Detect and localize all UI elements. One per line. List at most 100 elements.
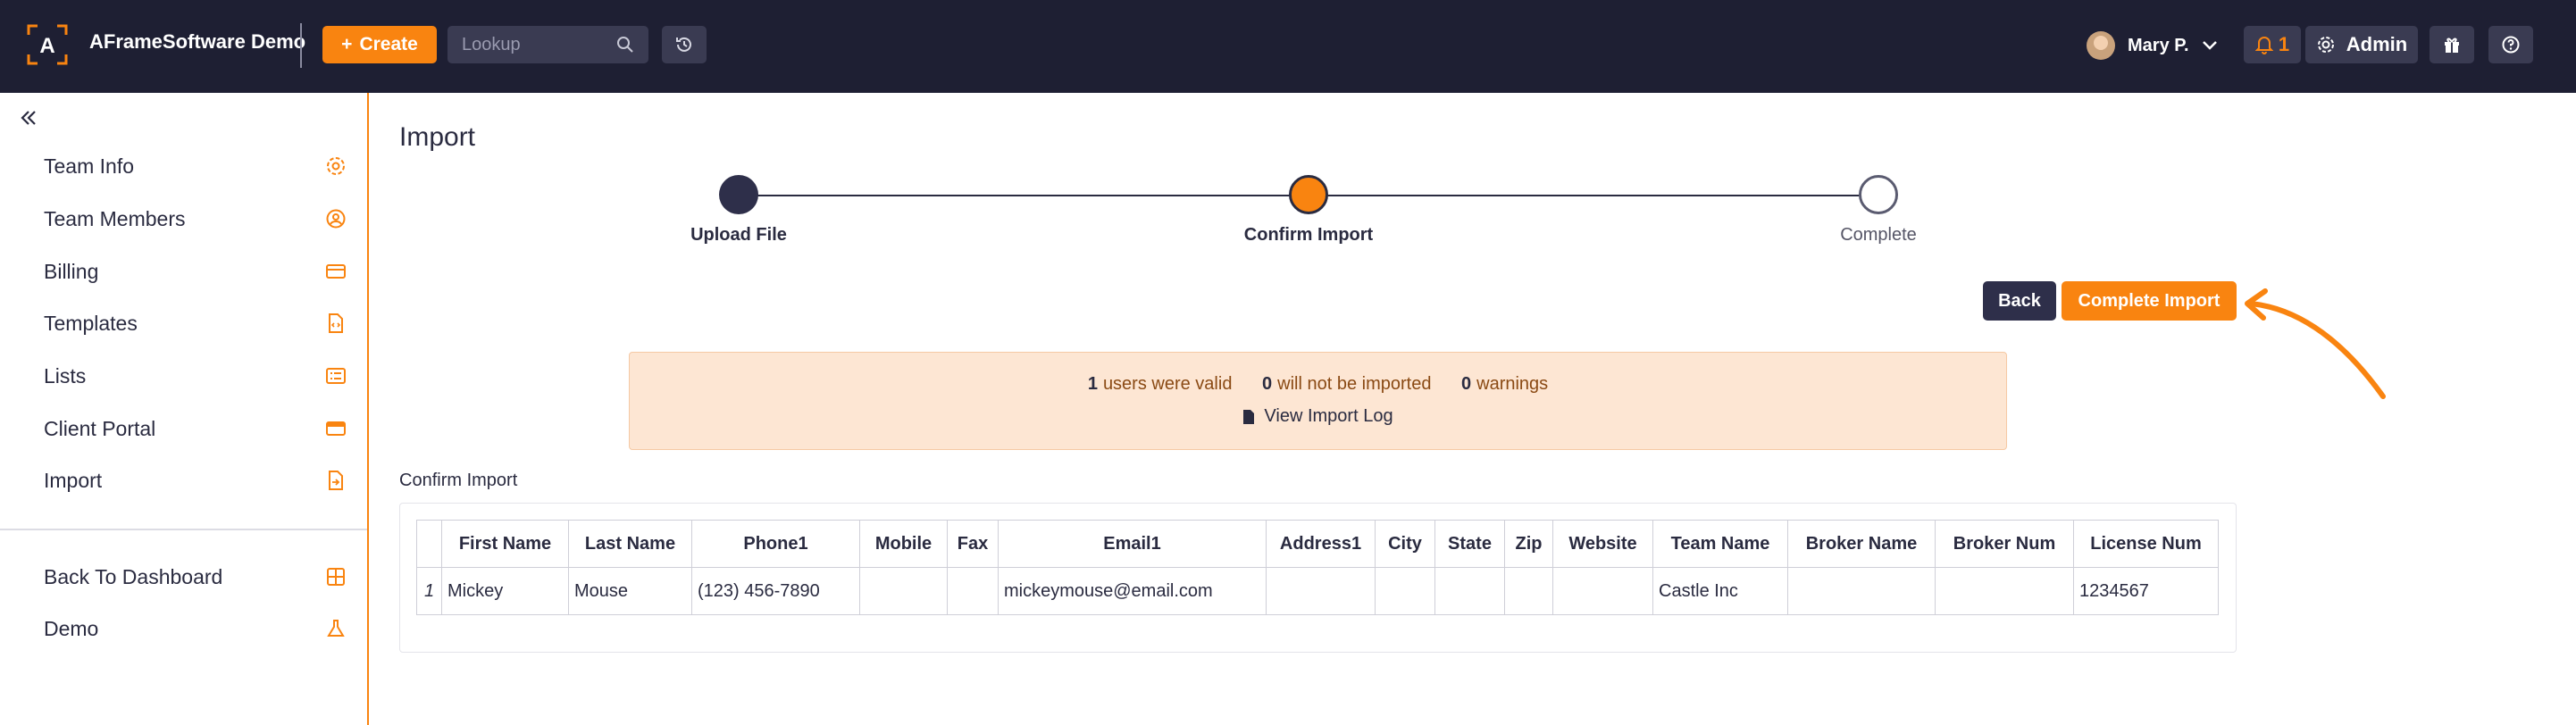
col-header[interactable]: License Num (2073, 520, 2219, 568)
step-confirm-import-dot (1289, 175, 1328, 214)
help-button[interactable] (2488, 26, 2533, 63)
sidebar-item-team-members[interactable]: Team Members (44, 201, 347, 237)
avatar (2087, 31, 2115, 60)
col-header[interactable]: First Name (441, 520, 569, 568)
valid-count: 1 (1087, 374, 1098, 394)
sidebar-item-label: Billing (44, 259, 99, 283)
plus-icon: + (341, 34, 353, 54)
notifications-button[interactable]: 1 (2244, 26, 2301, 63)
annotation-arrow-icon (2245, 288, 2386, 399)
app-name[interactable]: AFrameSoftware Demo (89, 30, 305, 54)
col-header[interactable]: Zip (1504, 520, 1553, 568)
collapse-sidebar-icon[interactable] (18, 107, 39, 129)
grid-icon (324, 565, 347, 588)
step-upload-file-label: Upload File (690, 225, 787, 245)
table-cell[interactable]: Mouse (568, 567, 692, 615)
step-upload-file-dot (719, 175, 758, 214)
table-cell[interactable] (1434, 567, 1505, 615)
table-cell[interactable]: Castle Inc (1652, 567, 1788, 615)
gift-button[interactable] (2430, 26, 2474, 63)
create-button-label: Create (359, 34, 418, 54)
table-cell[interactable] (1787, 567, 1936, 615)
step-confirm-import-label: Confirm Import (1243, 225, 1374, 245)
flask-icon (324, 617, 347, 640)
sidebar-item-demo[interactable]: Demo (44, 611, 347, 646)
sidebar-item-label: Back To Dashboard (44, 564, 223, 588)
step-complete-label: Complete (1840, 225, 1917, 245)
gift-icon (2445, 38, 2459, 53)
col-header[interactable]: Phone1 (691, 520, 860, 568)
skipped-count: 0 (1262, 374, 1273, 394)
step-complete-dot (1859, 175, 1898, 214)
history-button[interactable] (662, 26, 707, 63)
page-title: Import (399, 122, 476, 152)
col-header[interactable]: State (1434, 520, 1505, 568)
bell-icon (2254, 37, 2273, 54)
gear-icon (2317, 37, 2334, 53)
admin-button[interactable]: Admin (2305, 26, 2418, 63)
sidebar-item-back-to-dashboard[interactable]: Back To Dashboard (44, 559, 347, 595)
col-header[interactable]: Fax (947, 520, 999, 568)
confirm-import-table-card: First Name Last Name Phone1 Mobile Fax E… (399, 503, 2237, 653)
table-cell[interactable] (1935, 567, 2074, 615)
lookup-input[interactable] (462, 26, 614, 63)
table-cell[interactable] (1266, 567, 1376, 615)
list-icon (324, 364, 347, 388)
table-cell[interactable] (1375, 567, 1435, 615)
sidebar-item-client-portal[interactable]: Client Portal (44, 411, 347, 446)
col-header[interactable]: Email1 (998, 520, 1267, 568)
portal-card-icon (324, 417, 347, 440)
col-header[interactable]: Last Name (568, 520, 692, 568)
app-logo-icon[interactable]: A (27, 24, 68, 65)
warnings-text: warnings (1476, 374, 1549, 394)
user-circle-icon (324, 207, 347, 230)
confirm-import-table: First Name Last Name Phone1 Mobile Fax E… (416, 520, 2219, 615)
sidebar: Team Info Team Members Billing Templates… (0, 93, 369, 725)
view-import-log-link[interactable]: View Import Log (630, 406, 2006, 427)
sidebar-item-label: Team Info (44, 154, 134, 178)
lookup-search[interactable] (447, 26, 648, 63)
complete-import-button[interactable]: Complete Import (2062, 281, 2237, 321)
col-header[interactable]: Website (1552, 520, 1653, 568)
create-button[interactable]: + Create (322, 26, 437, 63)
table-cell[interactable] (1552, 567, 1653, 615)
table-cell[interactable]: mickeymouse@email.com (998, 567, 1267, 615)
col-header[interactable]: City (1375, 520, 1435, 568)
table-cell[interactable]: (123) 456-7890 (691, 567, 860, 615)
user-menu[interactable]: Mary P. (2087, 29, 2218, 62)
col-header[interactable]: Address1 (1266, 520, 1376, 568)
section-title: Confirm Import (399, 471, 518, 490)
file-code-icon (324, 312, 347, 335)
search-icon[interactable] (616, 36, 634, 54)
sidebar-item-templates[interactable]: Templates (44, 305, 347, 341)
table-cell[interactable]: Mickey (441, 567, 569, 615)
table-cell[interactable] (1504, 567, 1553, 615)
sidebar-item-team-info[interactable]: Team Info (44, 148, 347, 184)
back-button[interactable]: Back (1983, 281, 2056, 321)
table-header-row: First Name Last Name Phone1 Mobile Fax E… (416, 520, 2219, 568)
summary-counts: 1 users were valid 0 will not be imported … (630, 374, 2006, 395)
warnings-count: 0 (1461, 374, 1472, 394)
sidebar-item-billing[interactable]: Billing (44, 254, 347, 289)
sidebar-item-label: Demo (44, 616, 99, 640)
sidebar-item-label: Templates (44, 311, 138, 335)
sidebar-item-label: Lists (44, 363, 87, 388)
sidebar-item-label: Import (44, 468, 103, 492)
col-header[interactable]: Mobile (859, 520, 948, 568)
svg-text:A: A (39, 34, 54, 58)
sidebar-item-label: Client Portal (44, 416, 156, 440)
col-header[interactable]: Broker Num (1935, 520, 2074, 568)
col-header[interactable]: Broker Name (1787, 520, 1936, 568)
sidebar-item-label: Team Members (44, 206, 186, 230)
view-import-log-label: View Import Log (1264, 406, 1393, 426)
col-header[interactable]: Team Name (1652, 520, 1788, 568)
sidebar-item-lists[interactable]: Lists (44, 358, 347, 394)
file-import-icon (324, 469, 347, 492)
chevron-down-icon (2202, 41, 2217, 50)
credit-card-icon (324, 260, 347, 283)
sidebar-item-import[interactable]: Import (44, 462, 347, 498)
sidebar-divider (0, 529, 367, 530)
table-cell[interactable]: 1234567 (2073, 567, 2219, 615)
table-cell[interactable] (947, 567, 999, 615)
table-cell[interactable] (859, 567, 948, 615)
